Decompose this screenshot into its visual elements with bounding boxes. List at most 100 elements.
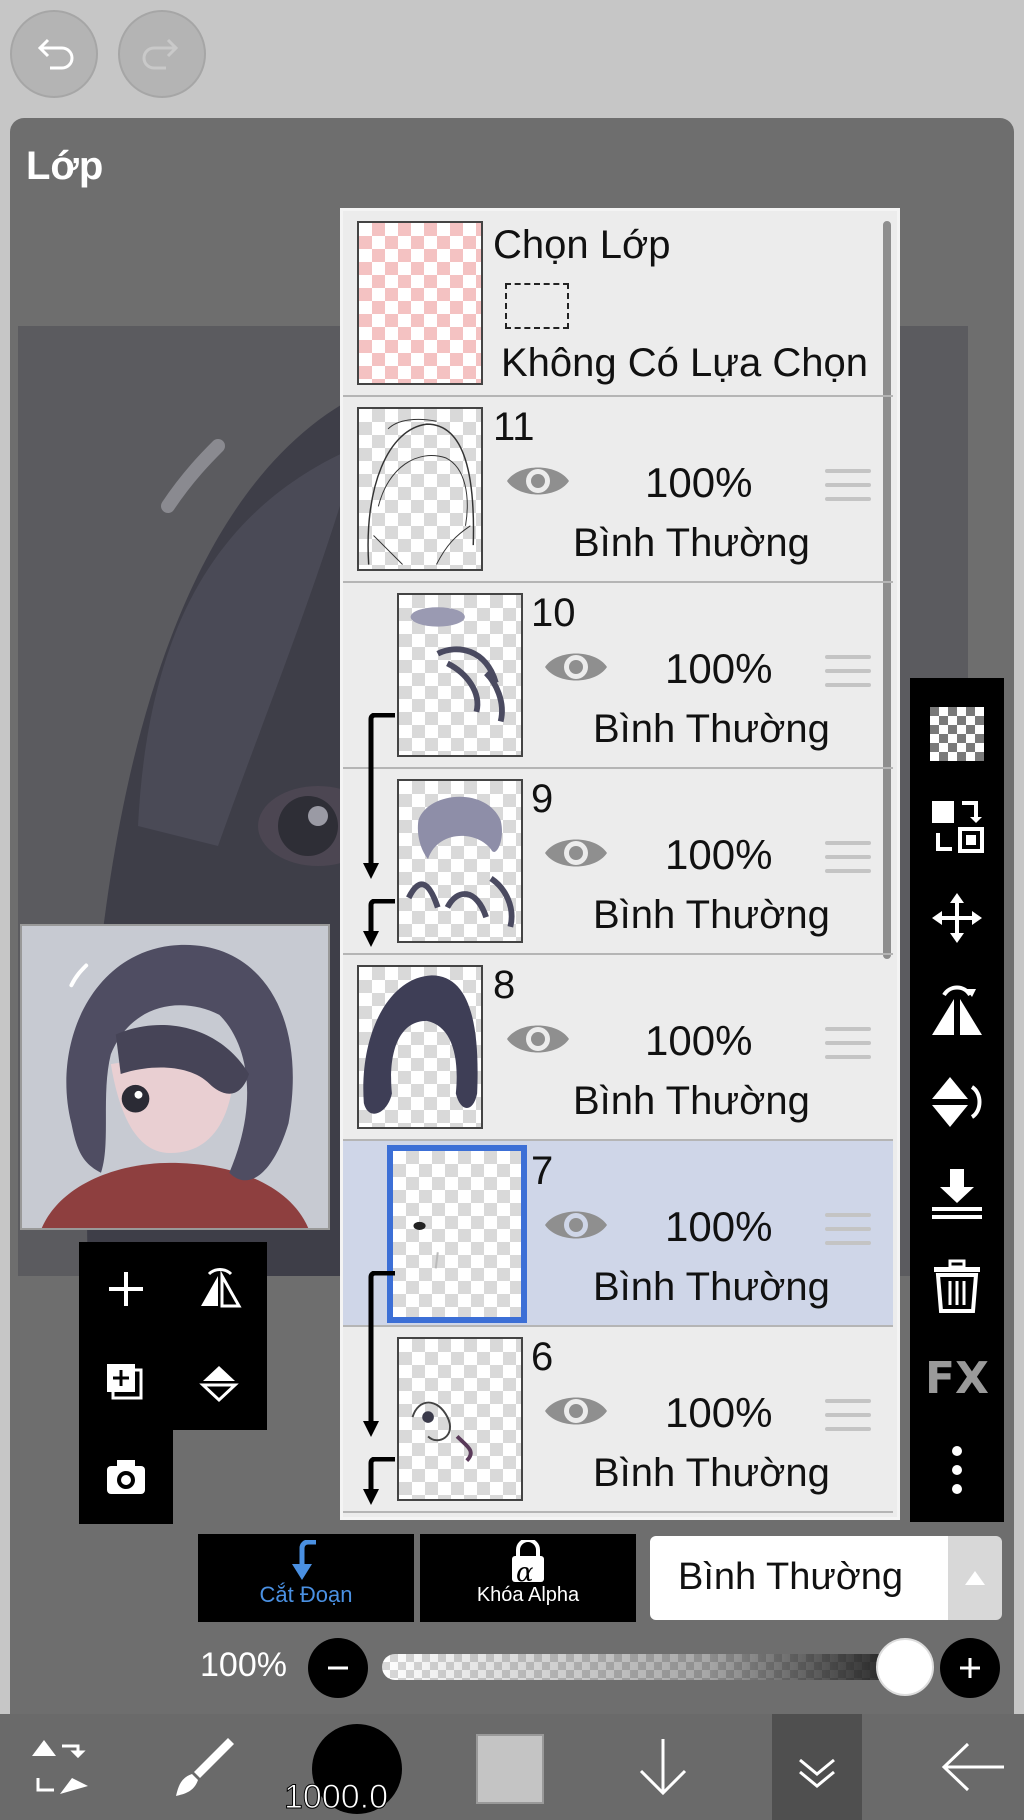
alpha-lock-button[interactable]: α Khóa Alpha	[420, 1534, 636, 1622]
layer-blend-mode: Bình Thường	[573, 521, 810, 565]
clipping-icon	[292, 1540, 316, 1580]
more-options-button[interactable]	[910, 1424, 1004, 1516]
undo-button[interactable]	[10, 10, 98, 98]
layer-down-button[interactable]	[618, 1714, 708, 1820]
flip-horizontal-icon	[932, 985, 982, 1035]
flip-horizontal-button[interactable]	[910, 964, 1004, 1056]
back-button[interactable]	[928, 1714, 1018, 1820]
layer-thumbnail	[357, 965, 483, 1129]
transform-icon	[32, 1740, 88, 1794]
eye-icon[interactable]	[543, 645, 609, 689]
delete-layer-button[interactable]	[910, 1240, 1004, 1332]
eye-icon[interactable]	[543, 1203, 609, 1247]
duplicate-layer-button[interactable]	[79, 1336, 173, 1430]
selection-status: Không Có Lựa Chọn	[501, 341, 869, 385]
selection-marquee-icon	[505, 283, 569, 329]
layer-opacity: 100%	[665, 645, 773, 692]
flip-vertical-layer-button[interactable]	[173, 1336, 267, 1430]
eye-icon[interactable]	[505, 459, 571, 503]
preview-artwork	[22, 926, 328, 1228]
canvas-preview[interactable]	[20, 924, 330, 1230]
fx-icon: FX	[925, 1352, 989, 1404]
eye-icon[interactable]	[505, 1017, 571, 1061]
add-layer-button[interactable]	[79, 1242, 173, 1336]
move-layer-button[interactable]	[910, 872, 1004, 964]
clipping-arrow-icon	[363, 1457, 395, 1505]
minus-icon	[328, 1666, 348, 1670]
layer-name: 7	[531, 1149, 554, 1193]
selection-layer-row[interactable]: Chọn Lớp Không Có Lựa Chọn	[343, 211, 893, 397]
brush-icon	[176, 1738, 234, 1796]
flip-vertical-button[interactable]	[910, 1056, 1004, 1148]
layer-row[interactable]: 9 100% Bình Thường	[343, 769, 893, 955]
undo-icon	[37, 38, 74, 70]
layer-swap-button[interactable]	[910, 780, 1004, 872]
redo-button[interactable]	[118, 10, 206, 98]
flip-vertical-icon	[932, 1077, 982, 1127]
selection-layer-thumbnail	[357, 221, 483, 385]
layer-row[interactable]: 10 100% Bình Thường	[343, 583, 893, 879]
flip-layer-button[interactable]	[173, 1242, 267, 1336]
layer-row-selected[interactable]: 7 100% Bình Thường	[343, 1141, 893, 1437]
layer-opacity: 100%	[665, 831, 773, 878]
blend-mode-value: Bình Thường	[678, 1556, 904, 1598]
eye-icon[interactable]	[543, 831, 609, 875]
flip-vertical-icon	[199, 1366, 239, 1403]
drag-handle-icon[interactable]	[825, 1027, 871, 1069]
layer-swap-icon	[932, 801, 984, 853]
opacity-slider-knob[interactable]	[876, 1638, 934, 1696]
alpha-symbol: α	[516, 1558, 534, 1588]
camera-import-button[interactable]	[79, 1430, 173, 1524]
layer-opacity: 100%	[665, 1389, 773, 1436]
brush-tool-button[interactable]	[160, 1714, 250, 1820]
panel-title: Lớp	[26, 144, 104, 188]
layer-thumbnail	[397, 1337, 523, 1501]
layer-row[interactable]: 11 100% Bình Thường	[343, 397, 893, 583]
opacity-value: 100%	[200, 1646, 287, 1684]
layer-row[interactable]: 8 100% Bình Thường	[343, 955, 893, 1141]
layer-blend-mode: Bình Thường	[573, 1079, 810, 1123]
opacity-slider-track[interactable]	[382, 1654, 928, 1680]
layer-opacity: 100%	[645, 1017, 753, 1064]
drag-handle-icon[interactable]	[825, 655, 871, 697]
more-icon	[952, 1446, 962, 1494]
layers-tab-active[interactable]	[772, 1714, 862, 1820]
drag-handle-icon[interactable]	[825, 1213, 871, 1255]
trash-icon	[934, 1259, 980, 1313]
brush-size-value: 1000.0	[284, 1778, 389, 1817]
opacity-increase-button[interactable]	[940, 1638, 1000, 1698]
layer-blend-mode: Bình Thường	[593, 707, 830, 751]
layer-opacity: 100%	[665, 1203, 773, 1250]
layer-name: 9	[531, 777, 554, 821]
arrow-left-icon	[941, 1742, 1004, 1792]
layer-blend-mode: Bình Thường	[593, 893, 830, 937]
top-bar	[0, 0, 1024, 118]
layer-row[interactable]: 6 100% Bình Thường	[343, 1327, 893, 1513]
drag-handle-icon[interactable]	[825, 841, 871, 883]
move-icon	[932, 893, 982, 943]
layer-thumbnail	[397, 779, 523, 943]
blend-mode-select[interactable]: Bình Thường	[650, 1536, 948, 1620]
drag-handle-icon[interactable]	[825, 1399, 871, 1441]
layer-name: 8	[493, 963, 516, 1007]
opacity-decrease-button[interactable]	[308, 1638, 368, 1698]
bottom-toolbar: 1000.0	[0, 1714, 1024, 1820]
fx-button[interactable]: FX	[910, 1332, 1004, 1424]
layer-name: 10	[531, 591, 576, 635]
blend-mode-dropdown-button[interactable]	[948, 1536, 1002, 1620]
eye-icon[interactable]	[543, 1389, 609, 1433]
layer-list[interactable]: Chọn Lớp Không Có Lựa Chọn 11 100% Bình …	[340, 208, 900, 1520]
clipping-button[interactable]: Cắt Đoạn	[198, 1534, 414, 1622]
triangle-up-icon	[965, 1571, 985, 1585]
arrow-down-icon	[639, 1739, 687, 1796]
merge-down-button[interactable]	[910, 1148, 1004, 1240]
flip-horizontal-icon	[201, 1268, 242, 1308]
drag-handle-icon[interactable]	[825, 469, 871, 511]
plus-icon	[109, 1272, 143, 1306]
color-swatch-button[interactable]	[476, 1734, 544, 1804]
transparent-fill-button[interactable]	[910, 688, 1004, 780]
transform-tool-button[interactable]	[14, 1714, 104, 1820]
clipping-arrow-icon	[363, 899, 395, 947]
layer-blend-mode: Bình Thường	[593, 1451, 830, 1495]
layer-thumbnail	[387, 1145, 527, 1323]
